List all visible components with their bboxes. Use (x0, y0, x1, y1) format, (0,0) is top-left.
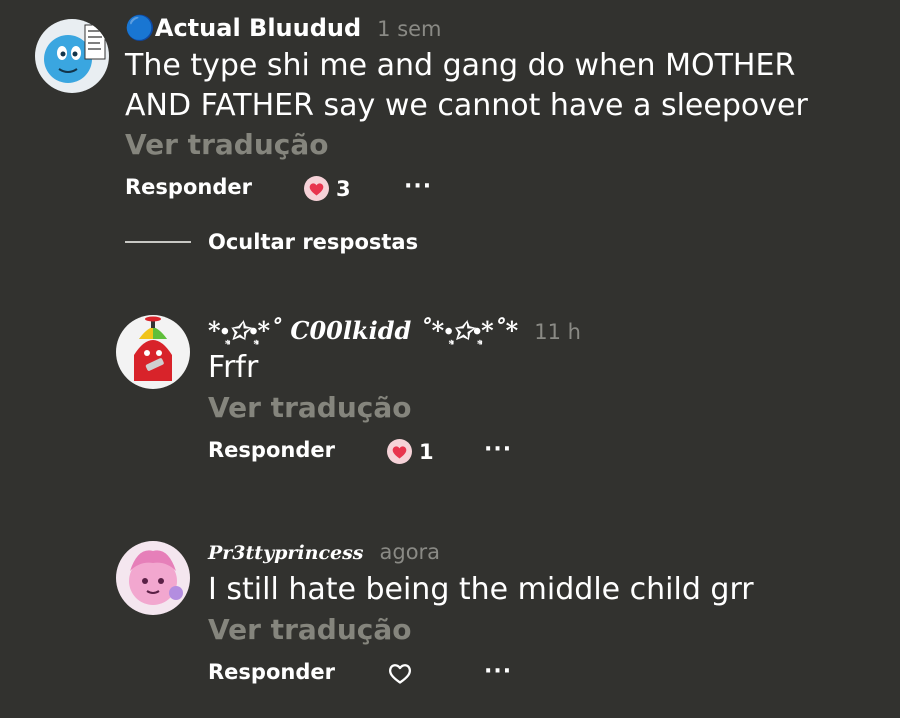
more-icon[interactable]: ··· (484, 437, 512, 462)
avatar-actual-bluudud[interactable] (35, 19, 109, 93)
username[interactable]: Pr3ttyprincess (208, 542, 364, 564)
comment-text-line: AND FATHER say we cannot have a sleepove… (125, 88, 808, 123)
reply-text: I still hate being the middle child grr (208, 572, 754, 607)
reply-button[interactable]: Responder (208, 438, 335, 462)
avatar-c00lkidd[interactable] (116, 315, 190, 389)
more-icon[interactable]: ··· (484, 659, 512, 684)
reply-header: Pr3ttyprincess agora (208, 540, 440, 564)
reply-button[interactable]: Responder (208, 660, 335, 684)
see-translation-link[interactable]: Ver tradução (208, 613, 411, 646)
like-count: 1 (419, 439, 434, 464)
username[interactable]: 🔵Actual Bluudud (125, 14, 361, 42)
timestamp: agora (379, 540, 441, 564)
username[interactable]: *•̩̩͙✩•̩̩͙*˚ C00lkidd ˚*•̩̩͙✩•̩̩͙*˚* (208, 316, 518, 346)
timestamp: 1 sem (377, 17, 442, 41)
timestamp: 11 h (534, 320, 581, 344)
reply-text: Frfr (208, 350, 259, 385)
hide-replies-label: Ocultar respostas (208, 230, 419, 254)
avatar-pr3ttyprincess[interactable] (116, 541, 190, 615)
reply-header: *•̩̩͙✩•̩̩͙*˚ C00lkidd ˚*•̩̩͙✩•̩̩͙*˚* 11 … (208, 316, 581, 346)
heart-outline-icon (389, 664, 411, 684)
divider-line (125, 241, 191, 243)
like-button[interactable] (387, 661, 413, 685)
heart-filled-icon (304, 176, 329, 201)
more-icon[interactable]: ··· (404, 174, 432, 199)
heart-filled-icon (387, 439, 412, 464)
comment-text-line: The type shi me and gang do when MOTHER (125, 48, 796, 83)
see-translation-link[interactable]: Ver tradução (208, 391, 411, 424)
comment-text: The type shi me and gang do when MOTHER … (125, 46, 808, 126)
like-count: 3 (336, 176, 351, 201)
hide-replies-button[interactable]: Ocultar respostas (125, 230, 418, 254)
like-button[interactable]: 1 (386, 438, 434, 465)
comments-thread: 🔵Actual Bluudud 1 sem The type shi me an… (0, 0, 900, 718)
comment-header: 🔵Actual Bluudud 1 sem (125, 14, 442, 42)
reply-button[interactable]: Responder (125, 175, 252, 199)
see-translation-link[interactable]: Ver tradução (125, 128, 328, 161)
like-button[interactable]: 3 (303, 175, 351, 202)
